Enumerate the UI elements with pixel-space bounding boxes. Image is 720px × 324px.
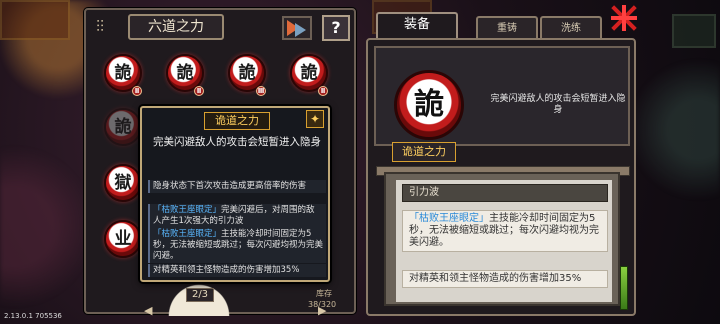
- tab-equip[interactable]: 装备: [376, 12, 458, 38]
- tooltip-row-text: 对精英和领主怪物造成的伤害增加35%: [153, 265, 300, 275]
- skill-slot-3[interactable]: 詭 Ⅲ: [228, 54, 266, 96]
- tooltip-description: 完美闪避敌人的攻击会短暂进入隐身: [153, 136, 321, 148]
- stock-value: 38/320: [308, 300, 337, 309]
- swap-button[interactable]: [282, 16, 312, 40]
- affix-entry: 「枯败王座眼定」主技能冷却时间固定为5秒，无法被缩短或跳过；每次闪避均视为完美闪…: [402, 210, 608, 252]
- tooltip-row-text: 隐身状态下首次攻击造成更高倍率的伤害: [153, 181, 307, 191]
- tooltip-row: 「枯败王座眼定」主技能冷却时间固定为5秒，无法被缩短或跳过；每次闪避均视为完美闪…: [148, 228, 326, 263]
- skill-level-badge: Ⅱ: [132, 86, 142, 96]
- affix-entry: 对精英和领主怪物造成的伤害增加35%: [402, 270, 608, 288]
- scroll-content[interactable]: 引力波 「枯败王座眼定」主技能冷却时间固定为5秒，无法被缩短或跳过；每次闪避均视…: [396, 180, 612, 302]
- skill-glyph: 业: [114, 229, 132, 249]
- skill-slot-7[interactable]: 业: [104, 220, 142, 258]
- affix-highlight: 「枯败王座眼定」: [409, 213, 489, 224]
- tooltip-title: 诡道之力: [204, 112, 270, 130]
- tooltip-row-highlight: 「枯败王座眼定」: [153, 205, 222, 215]
- panel-title: 六道之力: [128, 14, 224, 40]
- skill-glyph: 獄: [114, 173, 132, 193]
- skill-glyph: 詭: [238, 63, 256, 83]
- star-icon: ✦: [306, 110, 324, 128]
- affix-text: 对精英和领主怪物造成的伤害增加35%: [409, 273, 582, 284]
- skill-slot-4[interactable]: 詭 Ⅱ: [290, 54, 328, 96]
- equip-panel: 詭 完美闪避敌人的攻击会短暂进入隐身 诡道之力 引力波 「枯败王座眼定」主技能冷…: [366, 38, 636, 316]
- skill-level-badge: Ⅱ: [194, 86, 204, 96]
- page-indicator: 2/3: [186, 288, 214, 302]
- tooltip-row-highlight: 「枯败王座眼定」: [153, 229, 222, 239]
- close-icon[interactable]: [608, 2, 640, 34]
- skill-level-badge: Ⅱ: [318, 86, 328, 96]
- skill-name: 诡道之力: [392, 142, 456, 162]
- panel-header: ⫶⫶ 六道之力 ?: [86, 10, 354, 44]
- skill-glyph: 詭: [300, 63, 318, 83]
- skill-slot-2[interactable]: 詭 Ⅱ: [166, 54, 204, 96]
- skill-slot-5[interactable]: 詭: [104, 108, 142, 146]
- background-sign-3: [672, 14, 716, 48]
- background-sign: [0, 0, 70, 40]
- skill-glyph: 詭: [176, 63, 194, 83]
- affix-scroll: 引力波 「枯败王座眼定」主技能冷却时间固定为5秒，无法被缩短或跳过；每次闪避均视…: [384, 172, 620, 306]
- skill-tooltip: 诡道之力 ✦ 完美闪避敌人的攻击会短暂进入隐身 隐身状态下首次攻击造成更高倍率的…: [140, 106, 330, 282]
- prev-page-arrow-icon[interactable]: ◀: [144, 304, 152, 317]
- affix-entry: 引力波: [402, 184, 608, 202]
- tooltip-row: 对精英和领主怪物造成的伤害增加35%: [148, 264, 326, 277]
- swap-arrow-icon-2: [295, 23, 306, 37]
- slider-icon[interactable]: ⫶⫶: [96, 18, 118, 36]
- version-label: 2.13.0.1 705536: [4, 312, 62, 320]
- skill-slot-1[interactable]: 詭 Ⅱ: [104, 54, 142, 96]
- big-skill-icon: 詭: [394, 70, 464, 140]
- affix-text: 引力波: [409, 187, 439, 198]
- skill-glyph: 詭: [114, 117, 132, 137]
- tooltip-row: 隐身状态下首次攻击造成更高倍率的伤害: [148, 180, 326, 193]
- skill-card-description: 完美闪避敌人的攻击会短暂进入隐身: [490, 94, 626, 115]
- stock-label: 库存: [316, 289, 332, 298]
- skill-card: 詭 完美闪避敌人的攻击会短暂进入隐身: [374, 46, 630, 146]
- skill-slot-6[interactable]: 獄: [104, 164, 142, 202]
- potion-tube: [620, 266, 628, 310]
- skill-glyph: 詭: [114, 63, 132, 83]
- help-button[interactable]: ?: [322, 15, 350, 41]
- skill-level-badge: Ⅲ: [256, 86, 266, 96]
- tooltip-row: 「枯败王座眼定」完美闪避后，对周围的敌人产生1次强大的引力波: [148, 204, 326, 228]
